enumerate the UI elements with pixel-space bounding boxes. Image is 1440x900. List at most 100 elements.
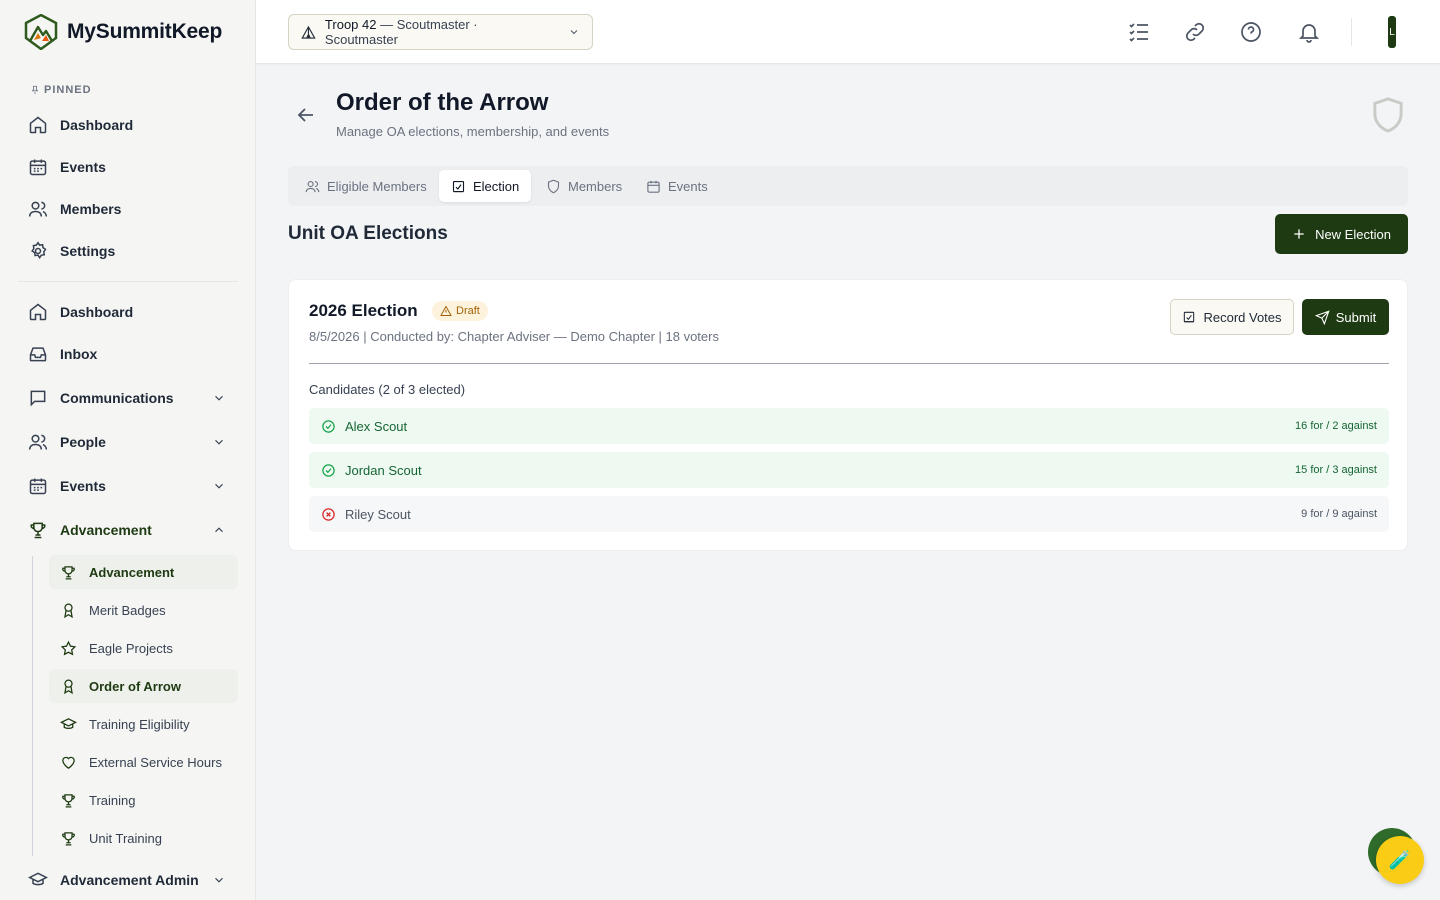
sidebar-item-communications[interactable]: Communications — [18, 380, 238, 416]
pinned-item-members[interactable]: Members — [18, 191, 238, 227]
card-divider — [309, 363, 1389, 364]
trophy-icon — [62, 565, 75, 580]
pinned-item-settings[interactable]: Settings — [18, 233, 238, 269]
chevron-down-icon[interactable] — [212, 391, 226, 405]
graduation-cap-icon — [28, 872, 48, 886]
nav-label: Inbox — [60, 346, 98, 362]
candidate-votes: 9 for / 9 against — [1301, 508, 1377, 520]
users-icon — [28, 201, 48, 217]
new-election-button[interactable]: New Election — [1275, 214, 1408, 254]
trophy-icon — [62, 831, 75, 846]
election-title: 2026 Election — [309, 301, 418, 320]
candidates-heading: Candidates (2 of 3 elected) — [309, 382, 466, 397]
tab-eligible-members[interactable]: Eligible Members — [293, 170, 439, 202]
subnav-item-unit-training[interactable]: Unit Training — [49, 821, 238, 855]
trophy-icon — [30, 522, 46, 539]
help-icon[interactable] — [1239, 20, 1263, 44]
nav-label: Advancement — [60, 522, 152, 538]
calendar-icon — [647, 180, 660, 193]
calendar-icon — [29, 478, 47, 495]
subnav-item-advancement[interactable]: Advancement — [49, 555, 238, 589]
section-title: Unit OA Elections — [288, 223, 448, 244]
oa-tabs: Eligible Members Election Members Events — [288, 166, 1408, 206]
nav-label: Events — [60, 478, 106, 494]
subnav-item-eagle-projects[interactable]: Eagle Projects — [49, 631, 238, 665]
chevron-up-icon[interactable] — [212, 523, 226, 537]
check-circle-icon — [322, 419, 335, 433]
users-icon — [28, 434, 48, 450]
subnav-label: Training — [89, 792, 136, 808]
candidate-row[interactable]: Jordan Scout 15 for / 3 against — [309, 452, 1389, 488]
tab-election[interactable]: Election — [439, 170, 532, 202]
sidebar-item-advancement-admin[interactable]: Advancement Admin — [18, 862, 238, 898]
pinned-label-text: PINNED — [44, 84, 92, 96]
bell-icon[interactable] — [1297, 20, 1321, 44]
topbar-separator — [1351, 18, 1352, 46]
troop-selector-text: Troop 42 — Scoutmaster · Scoutmaster — [325, 17, 553, 47]
calendar-icon — [29, 159, 47, 176]
subnav-item-merit-badges[interactable]: Merit Badges — [49, 593, 238, 627]
sidebar-item-events[interactable]: Events — [18, 468, 238, 504]
sidebar-item-dashboard[interactable]: Dashboard — [18, 294, 238, 330]
troop-selector[interactable]: Troop 42 — Scoutmaster · Scoutmaster — [288, 14, 593, 50]
warning-icon — [440, 305, 452, 316]
pinned-section-label: PINNED — [30, 84, 92, 96]
sidebar-divider — [18, 281, 238, 282]
chevron-down-icon[interactable] — [212, 873, 226, 887]
nav-label: Settings — [60, 243, 116, 259]
check-circle-icon — [322, 463, 335, 477]
candidate-votes: 16 for / 2 against — [1295, 420, 1377, 432]
test-tube-icon: 🧪 — [1388, 849, 1412, 870]
trophy-icon — [62, 793, 75, 808]
link-icon[interactable] — [1183, 20, 1207, 44]
checklist-icon[interactable] — [1127, 20, 1151, 44]
page-subtitle: Manage OA elections, membership, and eve… — [336, 124, 610, 139]
subnav-label: Unit Training — [89, 830, 162, 846]
chevron-down-icon[interactable] — [212, 479, 226, 493]
sidebar-item-people[interactable]: People — [18, 424, 238, 460]
star-icon — [60, 640, 77, 655]
election-meta: 8/5/2026 | Conducted by: Chapter Adviser… — [309, 329, 719, 344]
subnav-item-training-eligibility[interactable]: Training Eligibility — [49, 707, 238, 741]
ballot-icon — [1184, 311, 1195, 323]
tab-label: Events — [668, 178, 708, 194]
users-icon — [305, 180, 320, 192]
top-bar: Troop 42 — Scoutmaster · Scoutmaster L — [256, 0, 1440, 64]
subnav-item-order-of-arrow[interactable]: Order of Arrow — [49, 669, 238, 703]
sidebar-item-advancement[interactable]: Advancement — [18, 512, 238, 548]
sidebar: MySummitKeep PINNED Dashboard Events Mem… — [0, 0, 256, 900]
brand[interactable]: MySummitKeep — [24, 14, 222, 50]
tab-label: Election — [473, 178, 520, 194]
graduation-cap-icon — [60, 717, 77, 729]
pinned-item-events[interactable]: Events — [18, 149, 238, 185]
award-icon — [64, 678, 73, 694]
record-votes-button[interactable]: Record Votes — [1170, 299, 1294, 335]
chevron-down-icon[interactable] — [212, 435, 226, 449]
shield-icon — [547, 179, 560, 193]
tab-members[interactable]: Members — [534, 170, 634, 202]
subnav-item-external-service-hours[interactable]: External Service Hours — [49, 745, 238, 779]
candidate-name: Jordan Scout — [345, 462, 422, 478]
avatar-initial: L — [1389, 26, 1395, 38]
test-tube-fab-button[interactable]: 🧪 — [1376, 836, 1424, 884]
candidate-row[interactable]: Riley Scout 9 for / 9 against — [309, 496, 1389, 532]
sidebar-item-inbox[interactable]: Inbox — [18, 336, 238, 372]
back-arrow-icon[interactable] — [294, 103, 318, 127]
tab-label: Eligible Members — [327, 178, 427, 194]
subnav-label: Advancement — [89, 564, 175, 580]
new-election-label: New Election — [1315, 226, 1391, 242]
nav-label: Communications — [60, 390, 174, 406]
status-badge: Draft — [432, 301, 488, 321]
nav-label: People — [60, 434, 106, 450]
candidate-row[interactable]: Alex Scout 16 for / 2 against — [309, 408, 1389, 444]
submenu-guide-line — [32, 556, 33, 856]
submit-button[interactable]: Submit — [1302, 299, 1389, 335]
tab-events[interactable]: Events — [634, 170, 720, 202]
mountain-logo-icon — [24, 14, 58, 50]
user-avatar[interactable]: L — [1388, 16, 1396, 48]
pinned-item-dashboard[interactable]: Dashboard — [18, 107, 238, 143]
nav-label: Advancement Admin — [60, 872, 199, 888]
inbox-icon — [29, 347, 47, 362]
subnav-item-training[interactable]: Training — [49, 783, 238, 817]
candidate-votes: 15 for / 3 against — [1295, 464, 1377, 476]
